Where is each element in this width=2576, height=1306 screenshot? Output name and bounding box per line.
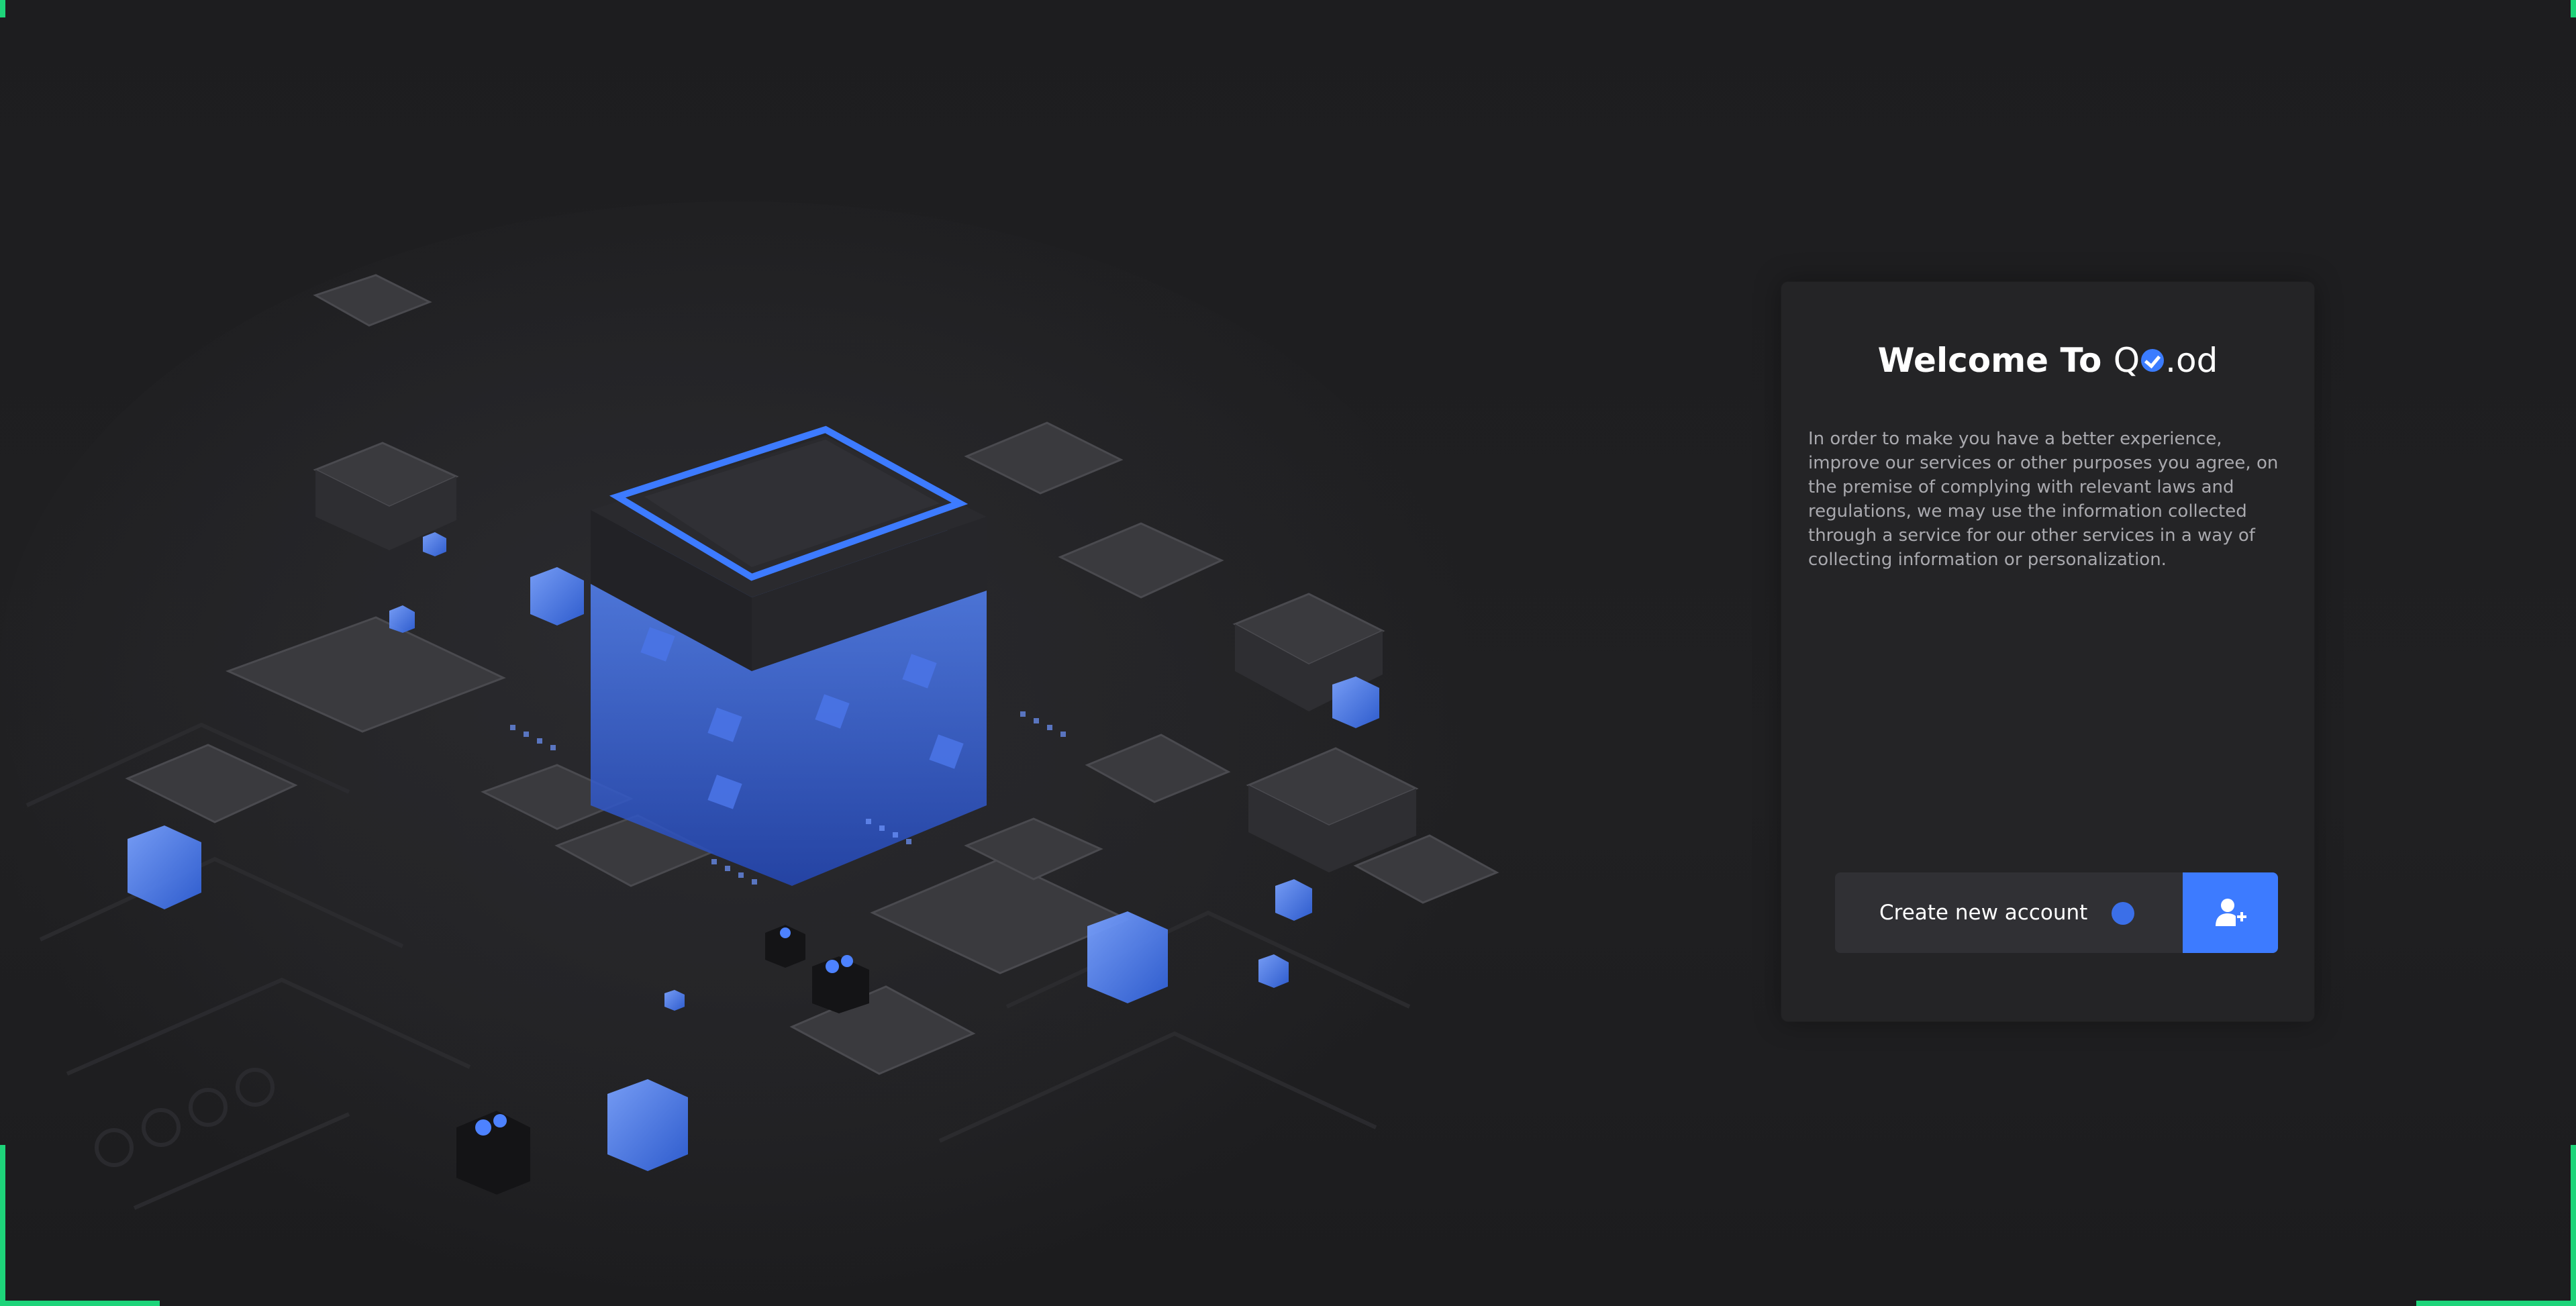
corner-accent-bottom-left-horizontal	[0, 1301, 160, 1306]
corner-accent-bottom-left-vertical	[0, 1145, 5, 1306]
welcome-card: Welcome To Q .od In order to make you hav…	[1781, 282, 2314, 1021]
corner-accent-bottom-right-vertical	[2571, 1145, 2576, 1306]
corner-accent-top-right	[2571, 0, 2576, 17]
corner-accent-top-left	[0, 0, 5, 17]
corner-accent-bottom-right-horizontal	[2416, 1301, 2576, 1306]
welcome-description: In order to make you have a better exper…	[1808, 429, 2279, 570]
add-user-icon-button[interactable]	[2183, 872, 2278, 953]
check-circle-icon	[2141, 349, 2165, 372]
add-user-icon	[2216, 899, 2246, 926]
brand-logo: Q .od	[2114, 341, 2218, 380]
welcome-title: Welcome To Q .od	[1781, 341, 2314, 380]
brand-left: Q	[2113, 341, 2140, 380]
circuit-chip-illustration	[0, 201, 1544, 1306]
create-account-label: Create new account	[1879, 901, 2088, 925]
welcome-page: Welcome To Q .od In order to make you hav…	[0, 0, 2576, 1306]
create-account-button[interactable]: Create new account	[1835, 872, 2278, 953]
welcome-title-prefix: Welcome To	[1877, 341, 2114, 380]
create-account-label-area[interactable]: Create new account	[1835, 872, 2183, 953]
brand-right: .od	[2165, 341, 2218, 380]
status-dot-icon	[2112, 902, 2134, 925]
